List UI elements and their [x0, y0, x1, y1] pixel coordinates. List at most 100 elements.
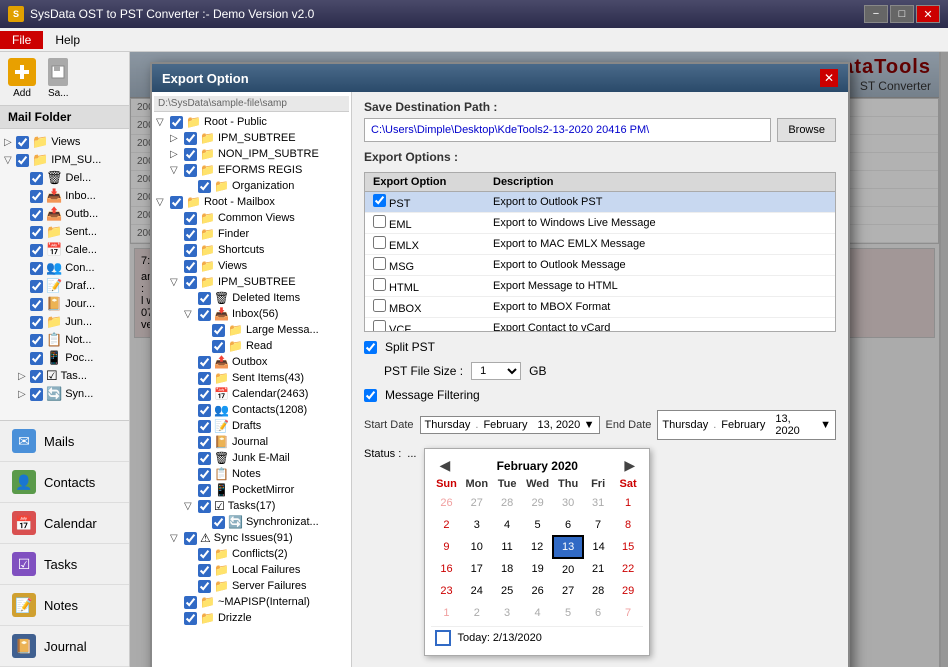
- msg-checkbox[interactable]: [373, 257, 386, 270]
- tree-sent-items[interactable]: 📁 Sent Items(43): [182, 370, 349, 386]
- outb-checkbox[interactable]: [30, 208, 43, 221]
- help-menu[interactable]: Help: [43, 31, 92, 49]
- tree-local-failures[interactable]: 📁 Local Failures: [182, 562, 349, 578]
- vcf-checkbox[interactable]: [373, 320, 386, 332]
- cal-cell-selected[interactable]: 13: [553, 536, 583, 558]
- tree-organization[interactable]: 📁 Organization: [182, 178, 349, 194]
- maximize-button[interactable]: □: [890, 5, 914, 23]
- browse-button[interactable]: Browse: [777, 118, 836, 142]
- cal-cell[interactable]: 5: [522, 514, 553, 536]
- cal-cell[interactable]: 12: [522, 536, 553, 558]
- pst-checkbox[interactable]: [373, 194, 386, 207]
- del-checkbox[interactable]: [30, 172, 43, 185]
- tree-non-ipm[interactable]: ▷ 📁 NON_IPM_SUBTRE: [168, 146, 349, 162]
- inbox-checkbox[interactable]: [198, 308, 211, 321]
- drizzle-checkbox[interactable]: [184, 612, 197, 625]
- cale-checkbox[interactable]: [30, 244, 43, 257]
- finder-checkbox[interactable]: [184, 228, 197, 241]
- cal-cell[interactable]: 28: [492, 492, 522, 514]
- minimize-button[interactable]: −: [864, 5, 888, 23]
- cal-cell[interactable]: 20: [553, 558, 583, 580]
- tree-not[interactable]: 📋 Not...: [18, 331, 125, 349]
- tree-inbox[interactable]: ▽ 📥 Inbox(56): [182, 306, 349, 322]
- tasks-checkbox[interactable]: [198, 500, 211, 513]
- nav-calendar[interactable]: 📅 Calendar: [0, 503, 129, 544]
- sent-items-checkbox[interactable]: [198, 372, 211, 385]
- views-mailbox-checkbox[interactable]: [184, 260, 197, 273]
- html-checkbox[interactable]: [373, 278, 386, 291]
- cal-cell[interactable]: 18: [492, 558, 522, 580]
- cal-cell[interactable]: 26: [522, 580, 553, 602]
- cal-cell[interactable]: 25: [492, 580, 522, 602]
- tree-synchronization[interactable]: 🔄 Synchronizat...: [196, 514, 349, 530]
- file-menu[interactable]: File: [0, 31, 43, 49]
- message-filtering-checkbox[interactable]: [364, 389, 377, 402]
- cal-cell[interactable]: 27: [553, 580, 583, 602]
- tree-server-failures[interactable]: 📁 Server Failures: [182, 578, 349, 594]
- table-row[interactable]: HTML Export Message to HTML: [365, 276, 835, 297]
- tree-poc[interactable]: 📱 Poc...: [18, 349, 125, 367]
- tree-cale[interactable]: 📅 Cale...: [18, 241, 125, 259]
- cal-cell[interactable]: 5: [553, 602, 583, 624]
- cal-cell[interactable]: 9: [431, 536, 461, 558]
- tree-views[interactable]: ▷ 📁 Views: [4, 133, 125, 151]
- cal-cell[interactable]: 1: [431, 602, 461, 624]
- cal-cell[interactable]: 7: [613, 602, 643, 624]
- jun-checkbox[interactable]: [30, 316, 43, 329]
- tree-eforms[interactable]: ▽ 📁 EFORMS REGIS: [168, 162, 349, 178]
- dialog-close-button[interactable]: ✕: [820, 69, 838, 87]
- tree-root-public[interactable]: ▽ 📁 Root - Public: [154, 114, 349, 130]
- read-checkbox[interactable]: [212, 340, 225, 353]
- nav-mails[interactable]: ✉ Mails: [0, 421, 129, 462]
- cal-cell[interactable]: 6: [553, 514, 583, 536]
- nav-notes[interactable]: 📝 Notes: [0, 585, 129, 626]
- journal-checkbox[interactable]: [198, 436, 211, 449]
- tree-del[interactable]: 🗑 Del...: [18, 169, 125, 187]
- cal-cell[interactable]: 30: [553, 492, 583, 514]
- cal-cell[interactable]: 23: [431, 580, 461, 602]
- start-date-dropdown[interactable]: Thursday . February 13, 2020 ▼: [420, 416, 600, 434]
- nav-contacts[interactable]: 👤 Contacts: [0, 462, 129, 503]
- tree-tas[interactable]: ▷ ☑ Tas...: [18, 367, 125, 385]
- tree-ipm-subtree-pub[interactable]: ▷ 📁 IPM_SUBTREE: [168, 130, 349, 146]
- cal-cell[interactable]: 21: [583, 558, 613, 580]
- conflicts-checkbox[interactable]: [198, 548, 211, 561]
- not-checkbox[interactable]: [30, 334, 43, 347]
- cal-cell[interactable]: 15: [613, 536, 643, 558]
- cal-cell[interactable]: 4: [522, 602, 553, 624]
- org-checkbox[interactable]: [198, 180, 211, 193]
- cal-cell[interactable]: 2: [431, 514, 461, 536]
- tree-jun[interactable]: 📁 Jun...: [18, 313, 125, 331]
- junk-email-checkbox[interactable]: [198, 452, 211, 465]
- cal-cell[interactable]: 24: [461, 580, 492, 602]
- tree-outb[interactable]: 📤 Outb...: [18, 205, 125, 223]
- tas-checkbox[interactable]: [30, 370, 43, 383]
- split-pst-checkbox[interactable]: [364, 341, 377, 354]
- cal-cell[interactable]: 27: [461, 492, 492, 514]
- tree-views-mailbox[interactable]: 📁 Views: [168, 258, 349, 274]
- mbox-checkbox[interactable]: [373, 299, 386, 312]
- poc-checkbox[interactable]: [30, 352, 43, 365]
- save-button[interactable]: Sa...: [44, 56, 73, 101]
- tree-common-views[interactable]: 📁 Common Views: [168, 210, 349, 226]
- inbo-checkbox[interactable]: [30, 190, 43, 203]
- add-button[interactable]: Add: [4, 56, 40, 101]
- table-row[interactable]: VCF Export Contact to vCard: [365, 318, 835, 333]
- cal-cell[interactable]: 17: [461, 558, 492, 580]
- cal-cell[interactable]: 7: [583, 514, 613, 536]
- tree-draf[interactable]: 📝 Draf...: [18, 277, 125, 295]
- tree-tasks[interactable]: ▽ ☑ Tasks(17): [182, 498, 349, 514]
- tree-drizzle[interactable]: 📁 Drizzle: [168, 610, 349, 626]
- tree-sync-issues[interactable]: ▽ ⚠ Sync Issues(91): [168, 530, 349, 546]
- emlx-checkbox[interactable]: [373, 236, 386, 249]
- cal-cell[interactable]: 10: [461, 536, 492, 558]
- cal-cell[interactable]: 26: [431, 492, 461, 514]
- pst-size-select[interactable]: 1 2 5 10 20: [471, 362, 521, 380]
- nav-journal[interactable]: 📔 Journal: [0, 626, 129, 667]
- tree-con[interactable]: 👥 Con...: [18, 259, 125, 277]
- tree-mapisp[interactable]: 📁 ~MAPISP(Internal): [168, 594, 349, 610]
- tree-contacts[interactable]: 👥 Contacts(1208): [182, 402, 349, 418]
- cal-cell[interactable]: 1: [613, 492, 643, 514]
- tree-outbox[interactable]: 📤 Outbox: [182, 354, 349, 370]
- syn-checkbox[interactable]: [30, 388, 43, 401]
